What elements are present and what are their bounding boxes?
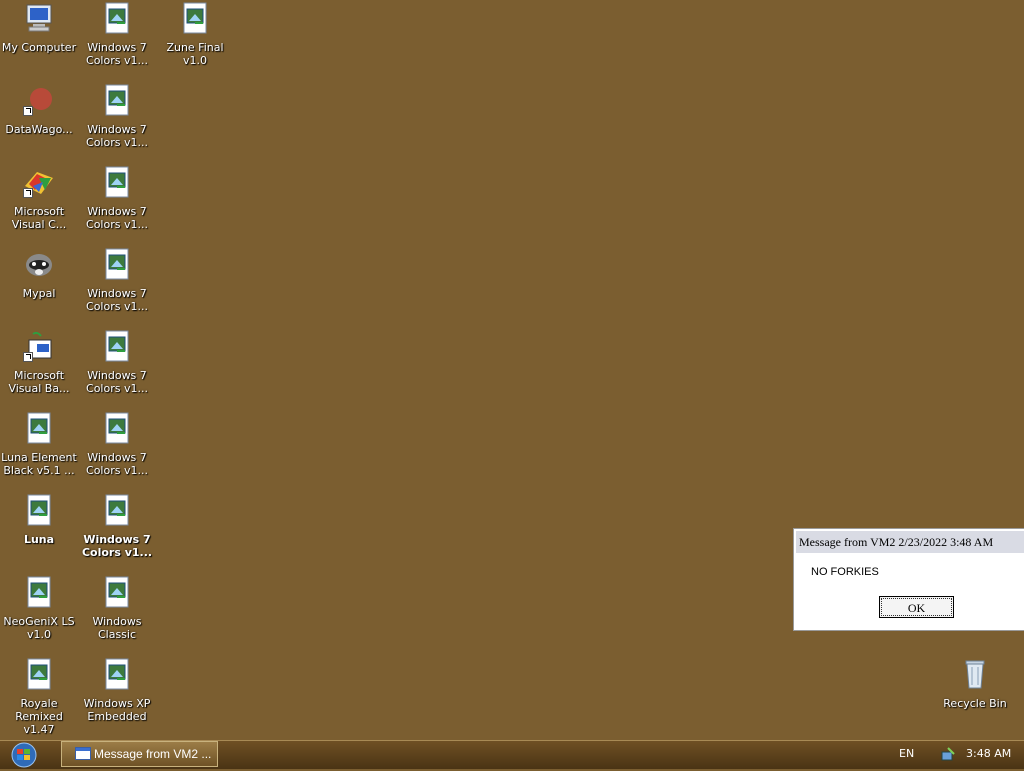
icon-label: Windows Classic — [92, 615, 142, 641]
desktop-icon-windows-classic[interactable]: Windows Classic — [78, 576, 156, 641]
windows-orb-icon — [11, 742, 37, 768]
icon-label: Microsoft Visual Ba... — [8, 369, 70, 395]
shortcut-arrow-icon — [23, 188, 33, 198]
theme-file-icon — [101, 576, 133, 608]
taskbar-item-message[interactable]: Message from VM2 ... — [61, 741, 218, 767]
dialog-message: NO FORKIES — [811, 566, 879, 578]
desktop-icon-windows7-colors-2[interactable]: Windows 7 Colors v1... — [78, 84, 156, 149]
ok-button-label: OK — [881, 598, 952, 616]
desktop-icon-luna-element-black[interactable]: Luna Element Black v5.1 ... — [0, 412, 78, 477]
icon-label: Windows 7 Colors v1... — [86, 287, 148, 313]
theme-file-icon — [23, 412, 55, 444]
theme-file-icon — [179, 2, 211, 34]
theme-file-icon — [101, 412, 133, 444]
theme-file-icon — [101, 330, 133, 362]
my-computer-icon — [23, 2, 55, 34]
icon-label: My Computer — [1, 41, 77, 54]
desktop-icon-visual-c[interactable]: Microsoft Visual C... — [0, 166, 78, 231]
datawagon-icon — [23, 84, 55, 116]
theme-file-icon — [101, 494, 133, 526]
desktop-icon-datawagon[interactable]: DataWago... — [0, 84, 78, 136]
desktop-icon-recycle-bin[interactable]: Recycle Bin — [936, 658, 1014, 710]
network-icon[interactable] — [940, 746, 956, 762]
icon-label: DataWago... — [5, 123, 73, 136]
icon-label: Zune Final v1.0 — [166, 41, 224, 67]
icon-label: Windows 7 Colors v1... — [86, 41, 148, 67]
taskbar: Message from VM2 ... EN 3:48 AM — [0, 740, 1024, 769]
desktop-icon-luna[interactable]: Luna — [0, 494, 78, 546]
icon-label: NeoGeniX LS v1.0 — [3, 615, 75, 641]
recycle-bin-icon — [959, 658, 991, 690]
desktop-icon-windows7-colors-4[interactable]: Windows 7 Colors v1... — [78, 248, 156, 313]
icon-label: Windows 7 Colors v1... — [86, 205, 148, 231]
theme-file-icon — [101, 658, 133, 690]
language-indicator[interactable]: EN — [899, 741, 914, 767]
desktop-icon-windows7-colors-5[interactable]: Windows 7 Colors v1... — [78, 330, 156, 395]
theme-file-icon — [101, 248, 133, 280]
icon-label: Windows XP Embedded — [83, 697, 151, 723]
desktop-icon-windows7-colors-6[interactable]: Windows 7 Colors v1... — [78, 412, 156, 477]
theme-file-icon — [23, 494, 55, 526]
taskbar-item-label: Message from VM2 ... — [94, 747, 212, 761]
icon-label: Microsoft Visual C... — [11, 205, 67, 231]
icon-label: Luna — [23, 533, 55, 546]
visual-c-icon — [23, 166, 55, 198]
theme-file-icon — [23, 658, 55, 690]
icon-label: Windows 7 Colors v1... — [81, 533, 153, 559]
clock[interactable]: 3:48 AM — [966, 741, 1011, 767]
desktop-icon-windows-xp-embedded[interactable]: Windows XP Embedded — [78, 658, 156, 723]
icon-label: Windows 7 Colors v1... — [86, 451, 148, 477]
icon-label: Royale Remixed v1.47 — [15, 697, 63, 736]
desktop-icon-mypal[interactable]: Mypal — [0, 248, 78, 300]
shortcut-arrow-icon — [23, 106, 33, 116]
dialog-title-bar[interactable]: Message from VM2 2/23/2022 3:48 AM ✕ — [796, 531, 1024, 553]
theme-file-icon — [101, 166, 133, 198]
window-icon — [75, 747, 91, 760]
icon-label: Mypal — [22, 287, 56, 300]
icon-label: Luna Element Black v5.1 ... — [1, 451, 77, 477]
desktop-icon-my-computer[interactable]: My Computer — [0, 2, 78, 54]
shortcut-arrow-icon — [23, 352, 33, 362]
desktop-icon-royale-remixed[interactable]: Royale Remixed v1.47 — [0, 658, 78, 736]
icon-label: Windows 7 Colors v1... — [86, 123, 148, 149]
icon-label: Windows 7 Colors v1... — [86, 369, 148, 395]
theme-file-icon — [101, 84, 133, 116]
message-dialog: Message from VM2 2/23/2022 3:48 AM ✕ NO … — [793, 528, 1024, 631]
icon-label: Recycle Bin — [943, 697, 1007, 710]
mypal-raccoon-icon — [23, 248, 55, 280]
theme-file-icon — [23, 576, 55, 608]
desktop-icon-zune-final[interactable]: Zune Final v1.0 — [156, 2, 234, 67]
desktop-icon-windows7-colors-3[interactable]: Windows 7 Colors v1... — [78, 166, 156, 231]
dialog-title: Message from VM2 2/23/2022 3:48 AM — [799, 535, 994, 549]
theme-file-icon — [101, 2, 133, 34]
desktop-icon-neogenix[interactable]: NeoGeniX LS v1.0 — [0, 576, 78, 641]
start-button[interactable] — [6, 742, 40, 768]
desktop-icon-windows7-colors-1[interactable]: Windows 7 Colors v1... — [78, 2, 156, 67]
ok-button[interactable]: OK — [879, 596, 954, 618]
desktop-icon-visual-basic[interactable]: Microsoft Visual Ba... — [0, 330, 78, 395]
desktop-icon-windows7-colors-7[interactable]: Windows 7 Colors v1... — [78, 494, 156, 559]
visual-basic-icon — [23, 330, 55, 362]
